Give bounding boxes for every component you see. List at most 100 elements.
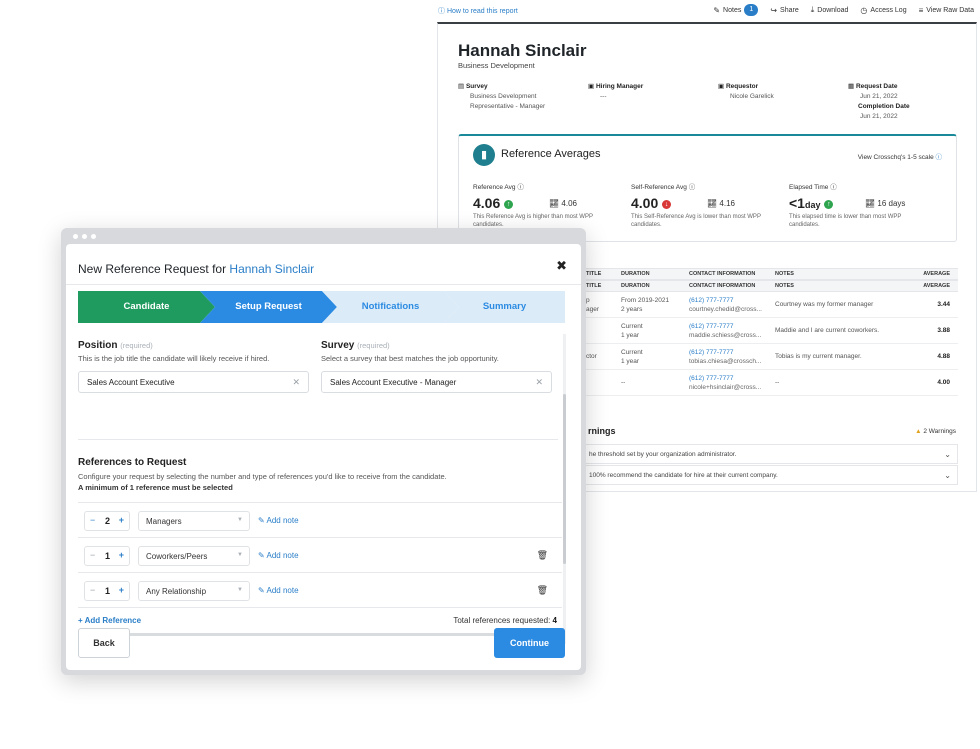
trash-icon[interactable]: 🗑︎	[537, 585, 548, 596]
step-notifications[interactable]: Notifications	[322, 291, 459, 323]
divider	[78, 439, 558, 440]
total-references-label: Total references requested:	[453, 616, 551, 625]
share-button[interactable]: ↪ Share	[770, 6, 798, 15]
row-phone[interactable]: (612) 777-7777	[689, 348, 773, 357]
row-title-2: ager	[586, 305, 600, 313]
hiring-manager-value: ---	[600, 93, 607, 100]
trend-chart-icon: 📈︎	[549, 199, 560, 208]
row-phone[interactable]: (612) 777-7777	[689, 322, 773, 331]
survey-required: (required)	[357, 341, 390, 350]
decrement-button[interactable]: −	[90, 585, 95, 595]
continue-button[interactable]: Continue	[494, 628, 565, 658]
add-reference-button[interactable]: + Add Reference	[78, 616, 141, 625]
pencil-icon: ✎	[258, 551, 265, 560]
decrement-button[interactable]: −	[90, 515, 95, 525]
elapsed-time-value: <1	[789, 195, 805, 211]
reference-avg-desc: This Reference Avg is higher than most W…	[473, 214, 593, 228]
back-button[interactable]: Back	[78, 628, 130, 658]
trend-chart-icon: 📈︎	[865, 199, 876, 208]
modal-title-candidate-name: Hannah Sinclair	[229, 262, 315, 276]
reference-averages-panel: ▮ Reference Averages View Crosschq's 1-5…	[458, 134, 957, 242]
warnings-count: ▲ 2 Warnings	[915, 428, 956, 435]
row-email: tobias.chiesa@crossch...	[689, 357, 762, 365]
increment-button[interactable]: +	[119, 585, 124, 595]
row-phone[interactable]: (612) 777-7777	[689, 374, 773, 383]
step-candidate[interactable]: Candidate	[78, 291, 215, 323]
view-scale-label: View Crosschq's 1-5 scale	[857, 154, 934, 161]
warning-row[interactable]: 100% recommend the candidate for hire at…	[584, 465, 958, 485]
survey-select[interactable]: Sales Account Executive - Manager ✕	[321, 371, 552, 393]
notes-button[interactable]: ✎ Notes 1	[713, 4, 759, 16]
relationship-select[interactable]: Any Relationship ▼	[138, 581, 250, 601]
survey-label: Survey (required)	[321, 340, 390, 351]
add-note-button[interactable]: ✎ Add note	[258, 516, 299, 525]
references-section-title: References to Request	[78, 457, 187, 468]
increment-button[interactable]: +	[119, 515, 124, 525]
plus-icon: +	[78, 616, 83, 625]
help-circle-icon: ⓘ	[830, 184, 837, 191]
header-duration: DURATION	[621, 271, 650, 277]
how-to-read-label: How to read this report	[446, 8, 518, 15]
elapsed-time-label: Elapsed Time	[789, 184, 829, 191]
completion-date-value: Jun 21, 2022	[860, 113, 898, 120]
share-label: Share	[780, 6, 799, 14]
relationship-select[interactable]: Managers ▼	[138, 511, 250, 531]
table-row[interactable]: ctor Current 1 year (612) 777-7777 tobias.…	[583, 344, 958, 370]
how-to-read-link[interactable]: ⓘ How to read this report	[438, 6, 518, 16]
row-title-2: ctor	[586, 353, 597, 360]
step-summary-label: Summary	[482, 301, 527, 312]
row-duration: Current	[621, 348, 643, 356]
pencil-icon: ✎	[713, 5, 721, 15]
new-reference-request-modal: New Reference Request for Hannah Sinclai…	[66, 244, 581, 670]
download-button[interactable]: ⤓ Download	[811, 5, 849, 15]
quantity-stepper: − 1 +	[84, 581, 130, 601]
add-note-button[interactable]: ✎ Add note	[258, 551, 299, 560]
relationship-select[interactable]: Coworkers/Peers ▼	[138, 546, 250, 566]
view-raw-data-label: View Raw Data	[926, 6, 974, 14]
clear-icon[interactable]: ✕	[292, 377, 300, 388]
request-date-value: Jun 21, 2022	[860, 93, 898, 100]
position-value: Sales Account Executive	[87, 378, 175, 387]
access-log-button[interactable]: ◷ Access Log	[860, 6, 906, 15]
decrement-button[interactable]: −	[90, 550, 95, 560]
table-header-row: TITLE DURATION CONTACT INFORMATION NOTES…	[583, 280, 958, 292]
reference-avg-trend: 4.06	[561, 199, 577, 208]
row-notes: --	[775, 379, 780, 386]
row-phone[interactable]: (612) 777-7777	[689, 296, 773, 305]
quantity-value: 2	[105, 516, 111, 526]
elapsed-time-desc: This elapsed time is lower than most WPP…	[789, 214, 902, 228]
step-setup-request[interactable]: Setup Request	[200, 291, 337, 323]
progress-stepper: Candidate Setup Request Notifications Su…	[78, 291, 565, 323]
quantity-value: 1	[105, 551, 111, 561]
horizontal-scrollbar[interactable]	[78, 633, 564, 636]
step-setup-request-label: Setup Request	[235, 301, 302, 312]
step-notifications-label: Notifications	[361, 301, 420, 312]
table-row[interactable]: p ager From 2019-2021 2 years (612) 777-77…	[583, 292, 958, 318]
arrow-up-icon: ↑	[824, 199, 834, 209]
table-row[interactable]: -- (612) 777-7777 nicole+hsinclair@cross.…	[583, 370, 958, 396]
arrow-up-icon: ↑	[504, 199, 514, 209]
position-label-text: Position	[78, 340, 118, 351]
self-reference-avg-label: Self-Reference Avg	[631, 184, 687, 191]
share-icon: ↪	[770, 5, 778, 15]
chevron-down-icon: ⌄	[944, 471, 951, 480]
clear-icon[interactable]: ✕	[535, 377, 543, 388]
warning-row[interactable]: he threshold set by your organization ad…	[584, 444, 958, 464]
survey-icon: ▤	[458, 83, 465, 90]
survey-meta: ▤ Survey Business Development Representa…	[458, 82, 545, 112]
survey-meta-value-2: Representative - Manager	[470, 103, 546, 110]
add-note-button[interactable]: ✎ Add note	[258, 586, 299, 595]
trash-icon[interactable]: 🗑︎	[537, 550, 548, 561]
increment-button[interactable]: +	[119, 550, 124, 560]
table-row[interactable]: Current 1 year (612) 777-7777 maddie.schie…	[583, 318, 958, 344]
self-reference-avg-trend: 4.16	[719, 199, 735, 208]
report-toolbar: ⓘ How to read this report ✎ Notes 1 ↪ Sh…	[438, 4, 978, 18]
window-dots	[73, 234, 96, 239]
view-scale-link[interactable]: View Crosschq's 1-5 scale ⓘ	[858, 151, 942, 161]
row-email: maddie.schiess@cross...	[689, 331, 762, 339]
survey-value: Sales Account Executive - Manager	[330, 378, 457, 387]
position-select[interactable]: Sales Account Executive ✕	[78, 371, 309, 393]
step-summary[interactable]: Summary	[444, 291, 565, 323]
view-raw-data-button[interactable]: ≡ View Raw Data	[919, 6, 974, 15]
close-icon[interactable]: ✖	[556, 258, 567, 274]
